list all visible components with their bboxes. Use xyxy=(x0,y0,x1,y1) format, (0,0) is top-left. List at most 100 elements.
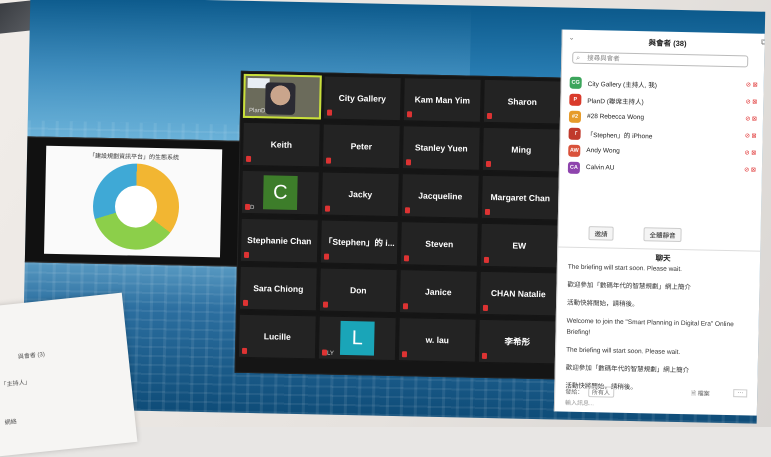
participant-name: Ming xyxy=(511,144,532,155)
participant-avatar: 「 xyxy=(568,127,581,140)
muted-mic-icon xyxy=(242,299,249,306)
muted-mic-video-icon[interactable]: ⊘ ⊠ xyxy=(744,149,756,156)
more-options-button[interactable]: ··· xyxy=(733,389,748,398)
participant-avatar: P xyxy=(569,93,582,106)
send-to-label: 發給： xyxy=(565,389,584,397)
participant-name: City Gallery (主持人, 我) xyxy=(587,80,658,89)
muted-mic-icon xyxy=(482,304,489,311)
participant-name: Sharon xyxy=(507,96,538,107)
host-video-feed xyxy=(264,82,296,115)
chat-message: 歡迎參加「數碼年代的智慧規劃」網上簡介 xyxy=(565,364,690,375)
search-placeholder: 搜尋與會者 xyxy=(587,55,620,63)
participant-video-tile[interactable]: EW xyxy=(479,222,559,269)
participant-actions: 邀請 全體靜音 xyxy=(588,226,738,243)
participant-avatar: AW xyxy=(568,144,581,157)
participant-name: 「Stephen」的 iPhone xyxy=(586,131,653,140)
file-button[interactable]: 🗎 檔案 xyxy=(691,388,710,399)
participant-name: Peter xyxy=(350,141,373,152)
muted-mic-video-icon[interactable]: ⊘ ⊠ xyxy=(745,115,757,122)
muted-mic-icon xyxy=(324,205,331,212)
participant-video-tile[interactable]: Sara Chiong xyxy=(238,265,318,312)
muted-mic-icon xyxy=(406,111,413,118)
paper-title: 與會者 (3) xyxy=(17,351,46,361)
participant-video-tile[interactable]: Keith xyxy=(241,121,321,168)
participant-video-tile[interactable]: L LY xyxy=(317,315,397,362)
participant-name: Steven xyxy=(425,238,454,250)
participant-video-tile[interactable]: Stephanie Chan xyxy=(239,217,319,264)
participant-name: #28 Rebecca Wong xyxy=(586,113,645,122)
participant-avatar: C xyxy=(262,175,298,210)
participant-initials: D xyxy=(249,204,255,212)
chat-input[interactable]: 輸入訊息... xyxy=(565,398,594,408)
participant-name: Stephanie Chan xyxy=(247,234,312,247)
participant-video-tile[interactable]: Peter xyxy=(321,123,401,170)
participant-name: Kam Man Yim xyxy=(414,94,471,106)
participants-title: 與會者 (38) xyxy=(648,38,687,49)
participant-name: City Gallery xyxy=(338,92,387,104)
participant-row[interactable]: CA Calvin AU ⊘ ⊠ xyxy=(567,159,760,180)
participant-name: EW xyxy=(512,240,527,251)
participant-video-tile[interactable]: Sharon xyxy=(482,78,562,125)
host-label: PlanD xyxy=(248,107,266,115)
muted-mic-video-icon[interactable]: ⊘ ⊠ xyxy=(744,166,756,173)
chat-messages: The briefing will start soon. Please wai… xyxy=(565,262,748,403)
participant-name: CHAN Natalie xyxy=(490,288,546,300)
muted-mic-video-icon[interactable]: ⊘ ⊠ xyxy=(746,81,758,88)
donut-center xyxy=(114,185,158,229)
participant-name: Jacqueline xyxy=(418,190,463,202)
muted-mic-icon xyxy=(243,251,250,258)
video-gallery: PlanD City Gallery Kam Man Yim Sharon Keith… xyxy=(234,70,573,380)
invite-button[interactable]: 邀請 xyxy=(588,226,614,241)
file-label: 檔案 xyxy=(697,391,710,398)
participant-video-tile[interactable]: Steven xyxy=(399,221,479,267)
paper-line-2: 網絡 xyxy=(4,419,18,427)
muted-mic-icon xyxy=(321,349,328,356)
send-to-dropdown[interactable]: 所有人 xyxy=(587,386,615,398)
participant-video-tile[interactable]: Ming xyxy=(481,126,561,173)
chat-message: 歡迎參加「數碼年代的智慧規劃」網上簡介 xyxy=(567,281,692,292)
participant-video-tile[interactable]: Lucille xyxy=(237,313,317,360)
participant-avatar: CA xyxy=(567,161,581,174)
participant-initials: LY xyxy=(326,350,334,357)
participant-avatar: #2 xyxy=(568,110,582,123)
participant-video-tile[interactable]: 「Stephen」的 i... xyxy=(319,219,399,266)
participant-video-tile[interactable]: Margaret Chan xyxy=(480,174,560,221)
muted-mic-icon xyxy=(401,351,408,358)
participant-name: Calvin AU xyxy=(585,164,615,172)
paper-line-1: 「主持人」 xyxy=(0,379,31,389)
mute-all-button[interactable]: 全體靜音 xyxy=(643,227,682,243)
muted-mic-video-icon[interactable]: ⊘ ⊠ xyxy=(746,98,758,105)
shared-slide-window[interactable]: 「建設規劃資訊平台」的生態系統 xyxy=(21,136,246,267)
participant-video-tile[interactable]: 李希彤 xyxy=(477,318,557,365)
participant-video-tile[interactable]: CD xyxy=(240,169,320,216)
slide-content: 「建設規劃資訊平台」的生態系統 xyxy=(44,145,223,258)
participant-video-tile[interactable]: Jacky xyxy=(320,171,400,218)
muted-mic-icon xyxy=(245,155,252,163)
muted-mic-icon xyxy=(484,208,491,216)
muted-mic-icon xyxy=(402,303,409,310)
muted-mic-icon xyxy=(483,256,490,264)
chat-message: The briefing will start soon. Please wai… xyxy=(567,263,683,274)
participant-video-tile[interactable]: w. lau xyxy=(397,317,477,363)
participant-name: Stanley Yuen xyxy=(414,142,468,154)
participant-video-tile[interactable]: Don xyxy=(318,267,398,314)
muted-mic-video-icon[interactable]: ⊘ ⊠ xyxy=(745,132,757,139)
chat-message: The briefing will start soon. Please wai… xyxy=(566,346,681,357)
participant-video-tile[interactable]: Stanley Yuen xyxy=(401,125,481,171)
participant-video-tile[interactable]: Kam Man Yim xyxy=(402,77,482,123)
participant-video-tile[interactable]: Jacqueline xyxy=(400,173,480,219)
host-video-tile[interactable]: PlanD xyxy=(242,73,322,120)
participant-name: Keith xyxy=(270,139,293,150)
chat-message: Welcome to join the "Smart Planning in D… xyxy=(566,317,734,337)
muted-mic-icon xyxy=(481,352,488,359)
muted-mic-icon xyxy=(485,160,492,168)
participant-video-tile[interactable]: CHAN Natalie xyxy=(478,270,558,317)
participant-name: Lucille xyxy=(263,331,291,342)
participant-video-tile[interactable]: City Gallery xyxy=(322,75,402,122)
participant-search-input[interactable]: ⌕ 搜尋與會者 xyxy=(572,51,749,68)
participant-avatar: CG xyxy=(569,76,582,89)
slide-title: 「建設規劃資訊平台」的生態系統 xyxy=(88,153,180,162)
participant-video-tile[interactable]: Janice xyxy=(398,269,478,315)
muted-mic-icon xyxy=(244,203,251,210)
participant-avatar: L xyxy=(339,320,375,356)
